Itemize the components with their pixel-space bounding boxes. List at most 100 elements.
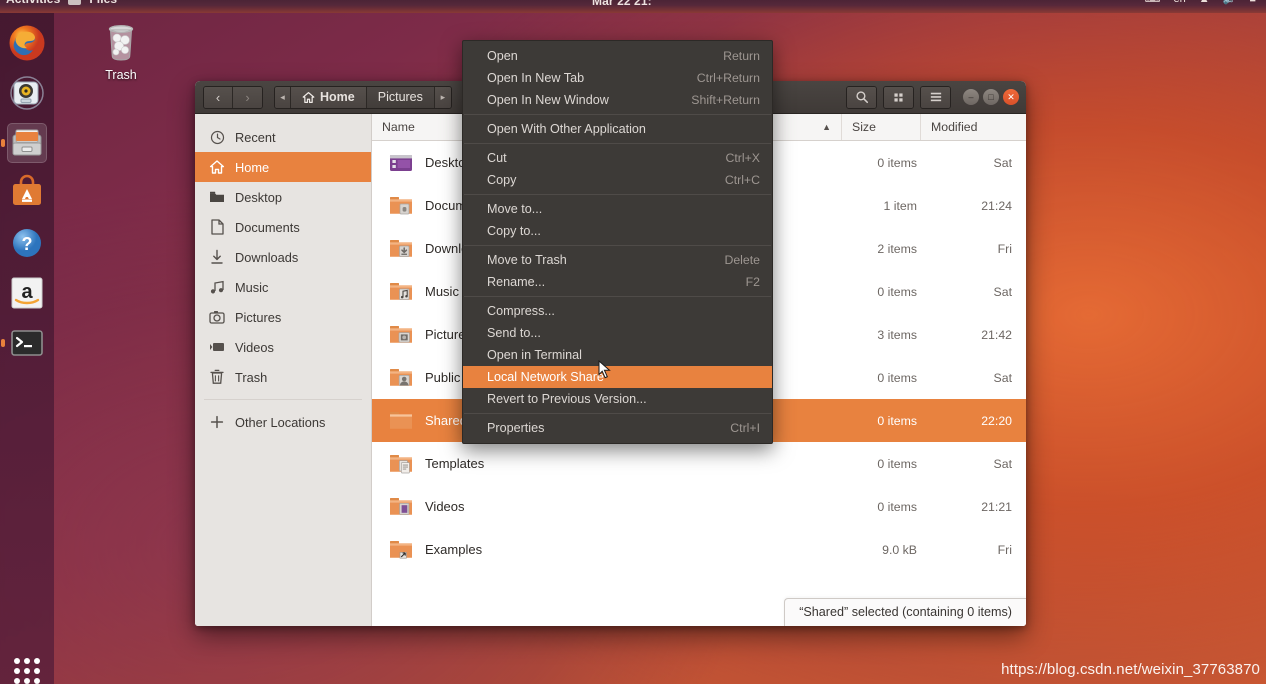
- breadcrumb-item-home[interactable]: Home: [291, 86, 367, 108]
- sidebar-item-videos[interactable]: Videos: [195, 332, 371, 362]
- maximize-button[interactable]: □: [983, 89, 999, 105]
- menu-item-accel: Ctrl+C: [724, 173, 760, 187]
- video-icon: [209, 339, 225, 355]
- menu-item-open-with-other-application[interactable]: Open With Other Application: [463, 118, 772, 140]
- menu-item-open[interactable]: Open Return: [463, 45, 772, 67]
- sidebar-item-label: Recent: [235, 129, 276, 145]
- link-folder-icon: [390, 540, 412, 558]
- status-indicators[interactable]: ⌨ en ▲ 🔈 ■: [1145, 0, 1256, 5]
- menu-item-label: Cut: [487, 151, 507, 165]
- file-size-cell: 3 items: [877, 327, 917, 342]
- show-applications-button[interactable]: [9, 653, 45, 684]
- menu-item-move-to[interactable]: Move to...: [463, 198, 772, 220]
- sidebar-item-downloads[interactable]: Downloads: [195, 242, 371, 272]
- download-icon: [209, 249, 225, 265]
- menu-item-copy[interactable]: Copy Ctrl+C: [463, 169, 772, 191]
- column-header-size[interactable]: Size: [842, 114, 921, 140]
- table-row[interactable]: Videos 0 items 21:21: [372, 485, 1026, 528]
- menu-item-label: Rename...: [487, 275, 546, 289]
- file-name-cell: Videos: [372, 496, 842, 518]
- activities-button[interactable]: Activities: [6, 0, 60, 6]
- menu-item-accel: Ctrl+X: [725, 151, 760, 165]
- hamburger-icon: [930, 92, 941, 102]
- search-icon[interactable]: [847, 86, 876, 108]
- menu-item-rename[interactable]: Rename... F2: [463, 271, 772, 293]
- desktop-icon-trash[interactable]: Trash: [92, 20, 150, 82]
- top-panel: Activities Files Mar 22 21: ⌨ en ▲ 🔈 ■: [0, 0, 1266, 13]
- table-row[interactable]: Examples 9.0 kB Fri: [372, 528, 1026, 571]
- keyboard-layout-label[interactable]: en: [1174, 0, 1186, 5]
- menu-separator: [464, 194, 771, 195]
- sidebar-item-desktop[interactable]: Desktop: [195, 182, 371, 212]
- launcher-item-software[interactable]: [7, 173, 47, 213]
- column-header-modified[interactable]: Modified: [921, 114, 1026, 140]
- menu-item-open-in-new-tab[interactable]: Open In New Tab Ctrl+Return: [463, 67, 772, 89]
- back-button[interactable]: ‹: [204, 86, 233, 108]
- menu-item-label: Move to...: [487, 202, 543, 216]
- public-folder-icon: [390, 368, 412, 386]
- menu-separator: [464, 143, 771, 144]
- menu-item-label: Copy: [487, 173, 517, 187]
- home-icon: [302, 91, 315, 103]
- sidebar-item-label: Home: [235, 159, 270, 175]
- menu-item-open-in-terminal[interactable]: Open in Terminal: [463, 344, 772, 366]
- clock-label: Mar 22 21:: [592, 0, 652, 8]
- file-name-label: Templates: [425, 456, 485, 471]
- launcher-item-firefox[interactable]: [7, 23, 47, 63]
- sidebar-item-pictures[interactable]: Pictures: [195, 302, 371, 332]
- network-icon[interactable]: ▲: [1199, 0, 1210, 5]
- menu-item-send-to[interactable]: Send to...: [463, 322, 772, 344]
- clock[interactable]: Mar 22 21:: [592, 0, 652, 10]
- file-name-cell: Templates: [372, 453, 842, 475]
- volume-icon[interactable]: 🔈: [1223, 0, 1237, 5]
- breadcrumb-item-pictures[interactable]: Pictures: [366, 86, 435, 108]
- menu-item-revert-to-previous-version[interactable]: Revert to Previous Version...: [463, 388, 772, 410]
- sidebar-item-other-locations[interactable]: Other Locations: [195, 407, 371, 437]
- sidebar-divider: [204, 399, 362, 400]
- launcher-item-help[interactable]: ?: [7, 223, 47, 263]
- menu-item-cut[interactable]: Cut Ctrl+X: [463, 147, 772, 169]
- sidebar-item-home[interactable]: Home: [195, 152, 371, 182]
- unity-launcher: ? a: [0, 13, 54, 684]
- power-icon[interactable]: ■: [1249, 0, 1256, 5]
- keyboard-icon[interactable]: ⌨: [1145, 0, 1161, 5]
- table-row[interactable]: Templates 0 items Sat: [372, 442, 1026, 485]
- sidebar-item-documents[interactable]: Documents: [195, 212, 371, 242]
- menu-separator: [464, 245, 771, 246]
- file-modified-cell: Sat: [993, 284, 1012, 299]
- sidebar-item-trash[interactable]: Trash: [195, 362, 371, 392]
- downloads-folder-icon: [390, 239, 412, 257]
- view-group: [883, 85, 914, 109]
- minimize-button[interactable]: –: [963, 89, 979, 105]
- sidebar-item-label: Desktop: [235, 189, 282, 205]
- menu-item-open-in-new-window[interactable]: Open In New Window Shift+Return: [463, 89, 772, 111]
- menu-item-properties[interactable]: Properties Ctrl+I: [463, 417, 772, 439]
- home-icon: [209, 159, 225, 175]
- breadcrumb-next-icon[interactable]: ▸: [434, 86, 451, 108]
- file-size-cell: 9.0 kB: [882, 542, 917, 557]
- sidebar-item-recent[interactable]: Recent: [195, 122, 371, 152]
- launcher-item-rhythmbox[interactable]: [7, 73, 47, 113]
- apps-grid-icon: [14, 658, 40, 684]
- menu-item-move-to-trash[interactable]: Move to Trash Delete: [463, 249, 772, 271]
- menu-item-compress[interactable]: Compress...: [463, 300, 772, 322]
- breadcrumb-prev-icon[interactable]: ◂: [275, 86, 291, 108]
- column-header-label: Modified: [931, 120, 978, 134]
- view-grid-icon[interactable]: [884, 86, 913, 108]
- templates-folder-icon: [390, 454, 412, 473]
- menu-separator: [464, 413, 771, 414]
- menu-item-local-network-share[interactable]: Local Network Share: [463, 366, 772, 388]
- launcher-item-amazon[interactable]: a: [7, 273, 47, 313]
- hamburger-menu-icon[interactable]: [921, 86, 950, 108]
- menu-item-copy-to[interactable]: Copy to...: [463, 220, 772, 242]
- music-folder-icon: [390, 282, 412, 300]
- sidebar-item-music[interactable]: Music: [195, 272, 371, 302]
- app-menu-label[interactable]: Files: [89, 0, 117, 6]
- forward-button[interactable]: ›: [233, 86, 262, 108]
- close-button[interactable]: ✕: [1003, 89, 1019, 105]
- launcher-item-files[interactable]: [1, 123, 47, 163]
- launcher-item-terminal[interactable]: [1, 323, 47, 363]
- file-name-label: Examples: [425, 542, 483, 557]
- mouse-cursor: [598, 359, 612, 380]
- documents-folder-icon: [390, 196, 412, 214]
